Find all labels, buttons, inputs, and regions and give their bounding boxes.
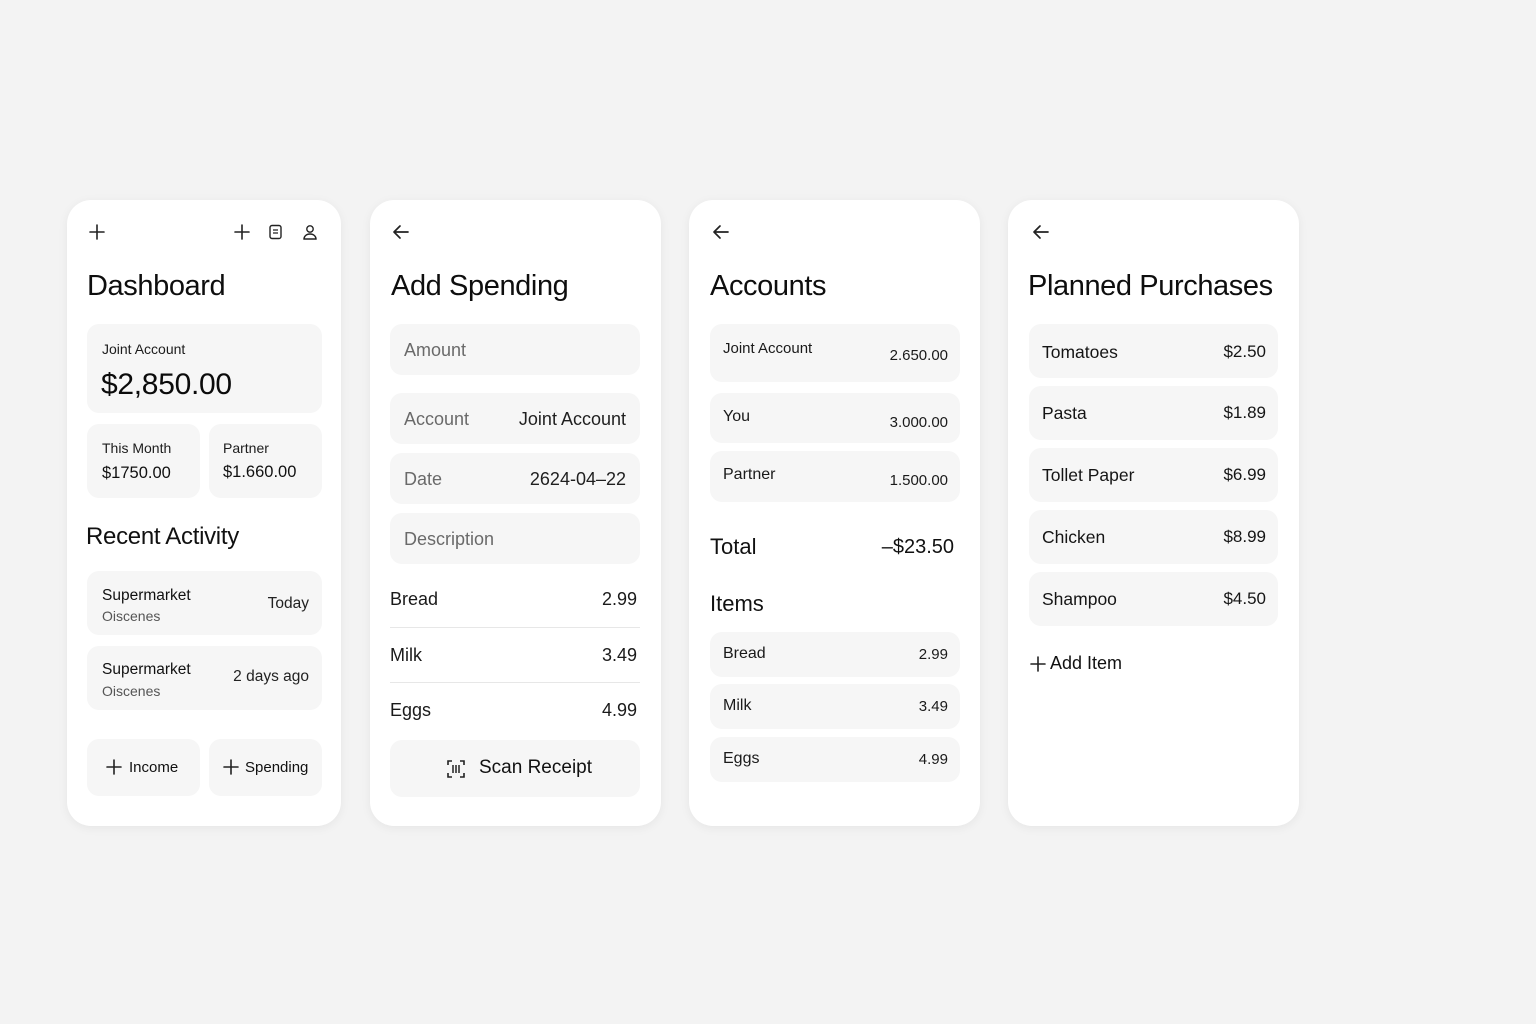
account-row[interactable]: Partner 1.500.00 — [710, 451, 960, 502]
planned-item[interactable]: Chicken $8.99 — [1029, 510, 1278, 564]
user-icon[interactable] — [301, 223, 319, 241]
item-name: Bread — [390, 589, 439, 609]
account-row[interactable]: You 3.000.00 — [710, 393, 960, 443]
planned-item[interactable]: Pasta $1.89 — [1029, 386, 1278, 440]
joint-account-label: Joint Account — [102, 341, 186, 357]
page-title: Accounts — [710, 270, 827, 302]
account-label: Account — [404, 409, 470, 429]
item-row[interactable]: Bread 2.99 — [710, 632, 960, 677]
planned-item[interactable]: Tollet Paper $6.99 — [1029, 448, 1278, 502]
total-label: Total — [710, 534, 757, 559]
divider — [390, 627, 640, 628]
planned-item[interactable]: Shampoo $4.50 — [1029, 572, 1278, 626]
item-name: Eggs — [390, 700, 432, 720]
scan-receipt-label: Scan Receipt — [479, 757, 593, 778]
item-price: 4.99 — [918, 751, 948, 768]
this-month-card[interactable]: This Month $1750.00 — [87, 424, 200, 498]
dashboard-screen: Dashboard Joint Account $2,850.00 This M… — [67, 200, 341, 826]
divider — [390, 682, 640, 683]
recent-activity-title: Recent Activity — [86, 523, 239, 550]
plus-icon — [223, 759, 239, 775]
this-month-value: $1750.00 — [102, 464, 171, 482]
account-row[interactable]: Joint Account 2.650.00 — [710, 324, 960, 382]
account-balance: 3.000.00 — [889, 414, 948, 431]
item-price: 4.99 — [601, 700, 637, 720]
add-spending-screen: Add Spending Amount Account Joint Accoun… — [370, 200, 661, 826]
item-row[interactable]: Milk 3.49 — [710, 684, 960, 729]
scan-receipt-button[interactable]: Scan Receipt — [390, 740, 640, 797]
item-name: Pasta — [1042, 403, 1087, 423]
total-value: –$23.50 — [881, 536, 954, 558]
add-icon[interactable] — [233, 223, 251, 241]
activity-time: Today — [267, 595, 309, 612]
item-name: Milk — [723, 697, 752, 714]
item-row[interactable]: Eggs 4.99 — [710, 737, 960, 782]
item-price: $4.50 — [1223, 589, 1266, 608]
partner-label: Partner — [223, 440, 269, 456]
add-item-button[interactable]: Add Item — [1029, 652, 1149, 678]
item-price: $2.50 — [1223, 342, 1266, 361]
account-balance: 1.500.00 — [889, 472, 948, 489]
accounts-screen: Accounts Joint Account 2.650.00 You 3.00… — [689, 200, 980, 826]
back-arrow-icon[interactable] — [711, 222, 731, 242]
item-name: Milk — [390, 645, 422, 665]
activity-title: Supermarket — [102, 661, 191, 678]
plus-icon[interactable] — [88, 223, 106, 241]
planned-item[interactable]: Tomatoes $2.50 — [1029, 324, 1278, 378]
page-title: Dashboard — [87, 270, 226, 302]
date-value: 2624-04–22 — [529, 469, 626, 489]
item-price: 2.99 — [918, 646, 948, 663]
joint-account-card[interactable]: Joint Account $2,850.00 — [87, 324, 322, 413]
date-field[interactable]: Date 2624-04–22 — [390, 453, 640, 504]
add-item-label: Add Item — [1050, 653, 1123, 673]
item-name: Chicken — [1042, 527, 1106, 547]
item-name: Bread — [723, 645, 766, 662]
description-field[interactable]: Description — [390, 513, 640, 564]
spending-label: Spending — [245, 759, 309, 776]
account-select[interactable]: Account Joint Account — [390, 393, 640, 444]
plus-icon — [1030, 656, 1046, 672]
activity-title: Supermarket — [102, 587, 191, 604]
date-label: Date — [404, 469, 443, 489]
description-placeholder: Description — [404, 529, 495, 549]
add-income-button[interactable]: Income — [87, 739, 200, 796]
account-name: Joint Account — [723, 340, 813, 357]
account-balance: 2.650.00 — [889, 347, 948, 364]
plus-icon — [106, 759, 122, 775]
item-price: $1.89 — [1223, 403, 1266, 422]
activity-item[interactable]: Supermarket Oiscenes 2 days ago — [87, 646, 322, 710]
partner-card[interactable]: Partner $1.660.00 — [209, 424, 322, 498]
account-name: You — [723, 408, 750, 425]
item-price: $6.99 — [1223, 465, 1266, 484]
activity-subtitle: Oiscenes — [102, 683, 161, 699]
page-title: Add Spending — [391, 270, 569, 302]
item-price: 2.99 — [601, 589, 637, 609]
item-price: 3.49 — [601, 645, 637, 665]
add-spending-button[interactable]: Spending — [209, 739, 322, 796]
partner-value: $1.660.00 — [223, 463, 297, 481]
income-label: Income — [129, 759, 179, 776]
amount-placeholder: Amount — [404, 340, 467, 360]
items-title: Items — [710, 591, 764, 616]
page-title: Planned Purchases — [1028, 270, 1273, 302]
activity-item[interactable]: Supermarket Oiscenes Today — [87, 571, 322, 635]
amount-field[interactable]: Amount — [390, 324, 640, 375]
this-month-label: This Month — [102, 440, 172, 456]
item-price: 3.49 — [918, 698, 948, 715]
activity-subtitle: Oiscenes — [102, 608, 161, 624]
item-name: Shampoo — [1042, 589, 1117, 609]
back-arrow-icon[interactable] — [1031, 222, 1051, 242]
item-name: Tollet Paper — [1042, 465, 1135, 485]
back-arrow-icon[interactable] — [391, 222, 411, 242]
item-name: Eggs — [723, 750, 760, 767]
planned-purchases-screen: Planned Purchases Tomatoes $2.50 Pasta $… — [1008, 200, 1299, 826]
item-name: Tomatoes — [1042, 342, 1118, 362]
scan-icon — [446, 759, 466, 779]
account-value: Joint Account — [518, 409, 626, 429]
receipt-icon[interactable] — [267, 223, 285, 241]
joint-account-balance: $2,850.00 — [101, 368, 232, 401]
activity-time: 2 days ago — [233, 668, 309, 685]
item-price: $8.99 — [1223, 527, 1266, 546]
account-name: Partner — [723, 466, 776, 483]
